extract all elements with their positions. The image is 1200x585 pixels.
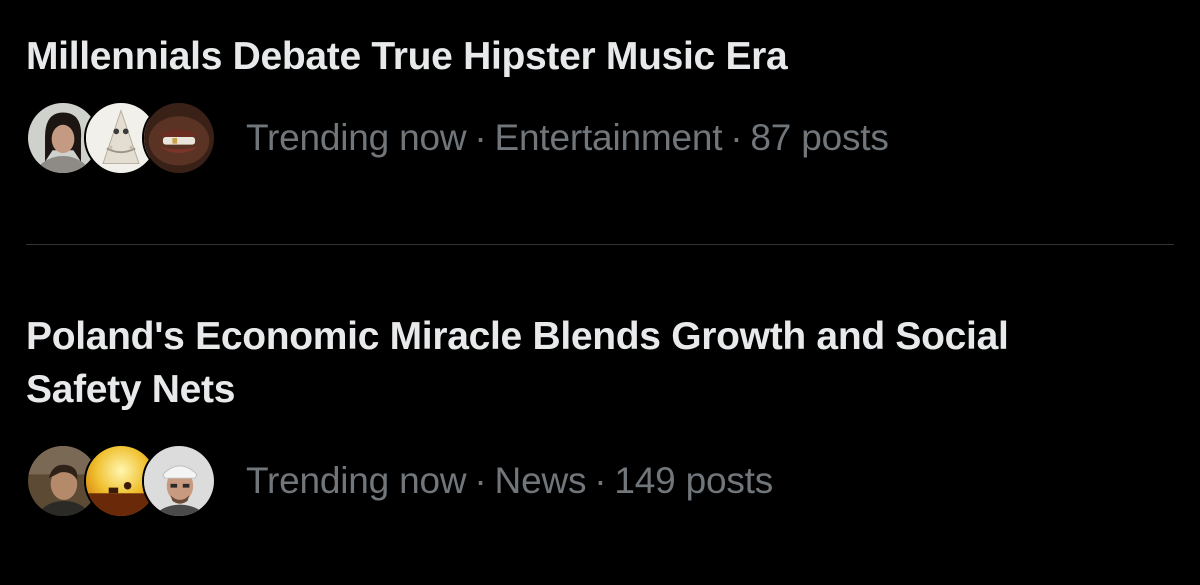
trend-meta: Trending now · News · 149 posts (246, 460, 773, 502)
divider (26, 244, 1174, 245)
trend-meta-row: Trending now · Entertainment · 87 posts (26, 99, 1174, 177)
avatar (142, 101, 216, 175)
trend-item-1[interactable]: Millennials Debate True Hipster Music Er… (26, 30, 1174, 177)
trend-item-2[interactable]: Poland's Economic Miracle Blends Growth … (26, 310, 1174, 520)
avatar-stack (26, 444, 216, 518)
trend-post-count: 149 posts (614, 460, 774, 501)
avatar (142, 444, 216, 518)
trend-meta-row: Trending now · News · 149 posts (26, 442, 1174, 520)
trend-meta: Trending now · Entertainment · 87 posts (246, 117, 889, 159)
separator-dot: · (730, 117, 743, 158)
trend-post-count: 87 posts (750, 117, 889, 158)
separator-dot: · (474, 117, 487, 158)
trend-title[interactable]: Millennials Debate True Hipster Music Er… (26, 30, 1106, 83)
separator-dot: · (474, 460, 487, 501)
trend-category: Entertainment (494, 117, 723, 158)
trend-title[interactable]: Poland's Economic Miracle Blends Growth … (26, 310, 1106, 416)
trend-status: Trending now (246, 117, 467, 158)
trend-status: Trending now (246, 460, 467, 501)
trend-category: News (494, 460, 587, 501)
separator-dot: · (594, 460, 607, 501)
avatar-stack (26, 101, 216, 175)
